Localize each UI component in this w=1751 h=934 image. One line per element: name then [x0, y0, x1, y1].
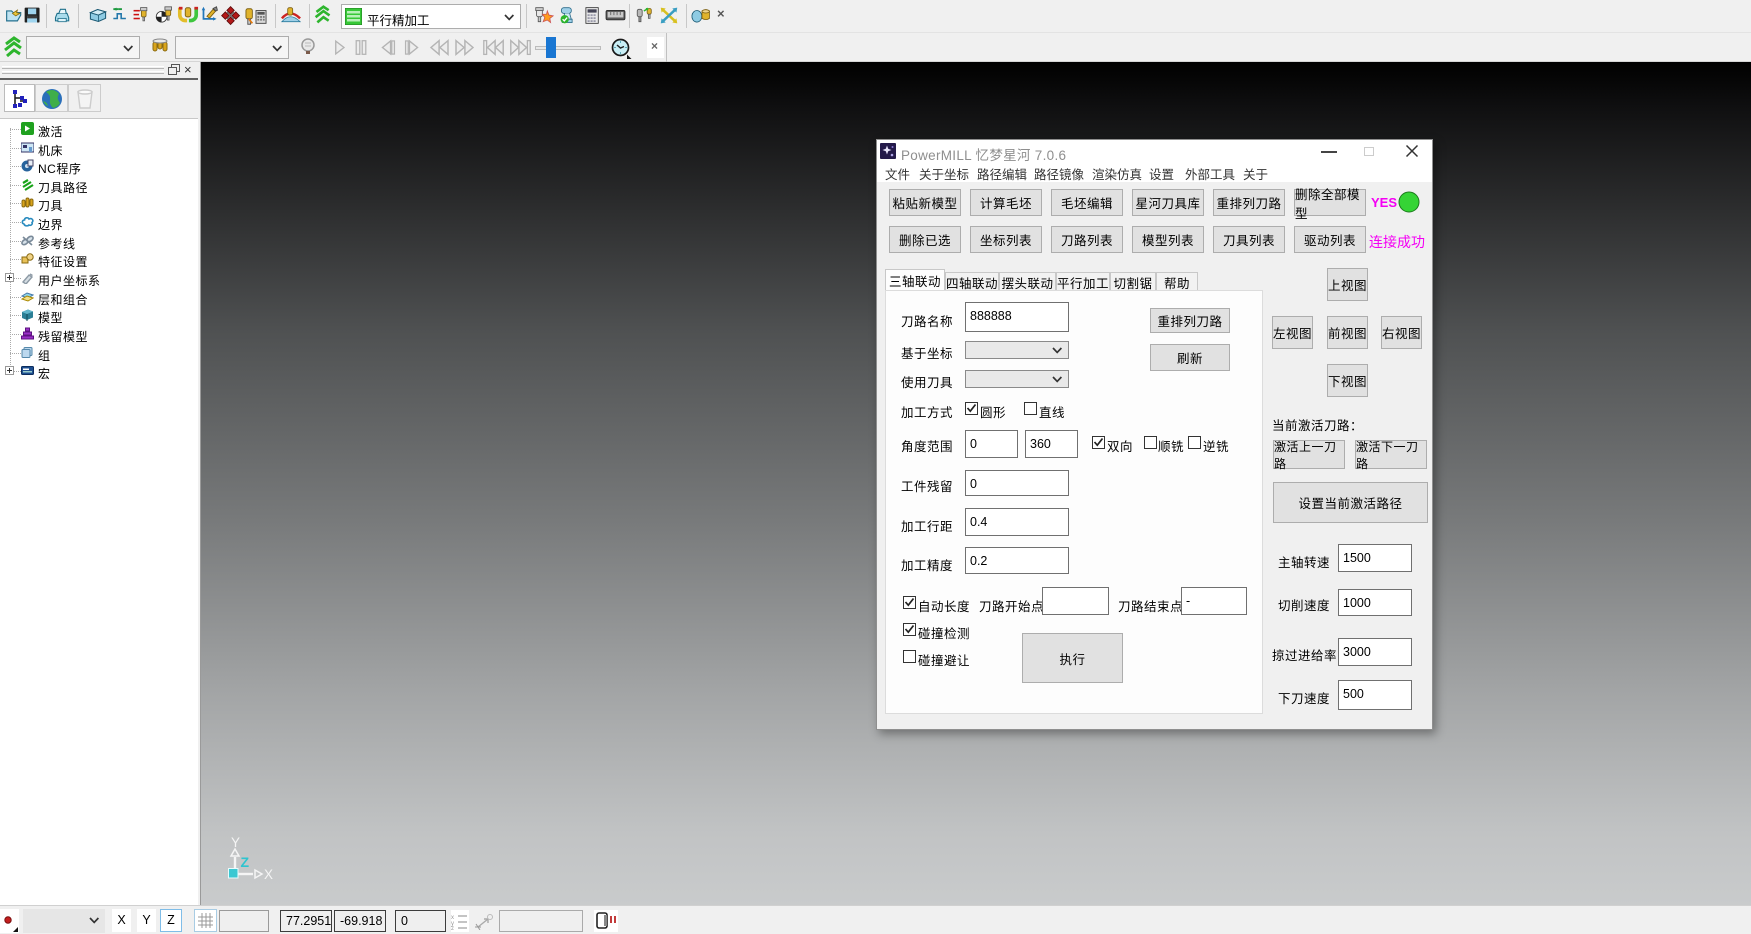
svg-text:X: X: [264, 867, 273, 882]
svg-text:Y: Y: [231, 835, 240, 850]
svg-text:z: z: [451, 926, 454, 930]
svg-text:Z: Z: [241, 854, 250, 870]
